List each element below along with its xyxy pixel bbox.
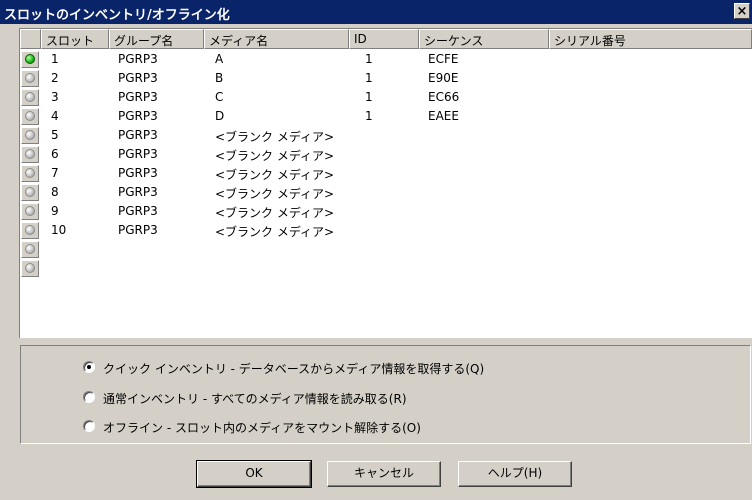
cell-slot: 7 [51, 166, 59, 180]
cell-slot: 4 [51, 109, 59, 123]
cell-group: PGRP3 [118, 109, 158, 123]
table-row[interactable]: 4 PGRP3 D 1 EAEE [20, 107, 752, 126]
radio-label: オフライン - スロット内のメディアをマウント解除する(O) [103, 421, 421, 435]
ok-button[interactable]: OK [196, 460, 312, 488]
slot-status-button[interactable] [21, 165, 39, 182]
slot-status-button[interactable] [21, 127, 39, 144]
slot-status-button[interactable] [21, 70, 39, 87]
cell-id: 1 [365, 109, 373, 123]
radio-circle[interactable] [83, 361, 95, 373]
table-row[interactable]: 8 PGRP3 <ブランク メディア> [20, 183, 752, 202]
cell-group: PGRP3 [118, 128, 158, 142]
slot-status-button[interactable] [21, 108, 39, 125]
table-row[interactable] [20, 259, 752, 278]
offline-led-icon [25, 149, 35, 159]
radio-label: 通常インベントリ - すべてのメディア情報を読み取る(R) [103, 392, 407, 406]
offline-led-icon [25, 168, 35, 178]
cell-media: <ブランク メディア> [215, 168, 335, 182]
title-bar[interactable]: スロットのインベントリ/オフライン化 × [0, 0, 752, 24]
radio-circle[interactable] [83, 420, 95, 432]
table-row[interactable]: 1 PGRP3 A 1 ECFE [20, 50, 752, 69]
offline-led-icon [25, 73, 35, 83]
radio-label: クイック インベントリ - データベースからメディア情報を取得する(Q) [103, 362, 485, 376]
radio-circle[interactable] [83, 391, 95, 403]
cell-seq: EC66 [428, 90, 460, 104]
slot-status-button[interactable] [21, 203, 39, 220]
slot-status-button[interactable] [21, 184, 39, 201]
offline-led-icon [25, 206, 35, 216]
cell-id: 1 [365, 71, 373, 85]
table-row[interactable]: 9 PGRP3 <ブランク メディア> [20, 202, 752, 221]
offline-led-icon [25, 225, 35, 235]
cell-seq: E90E [428, 71, 459, 85]
cell-media: <ブランク メディア> [215, 206, 335, 220]
cell-group: PGRP3 [118, 90, 158, 104]
cell-media: <ブランク メディア> [215, 187, 335, 201]
cell-group: PGRP3 [118, 71, 158, 85]
header-group-name[interactable]: グループ名 [109, 29, 204, 49]
slot-status-button[interactable] [21, 260, 39, 277]
header-status-column[interactable] [20, 29, 41, 49]
cell-media: <ブランク メディア> [215, 149, 335, 163]
close-button[interactable]: × [734, 3, 750, 19]
cell-group: PGRP3 [118, 223, 158, 237]
cell-group: PGRP3 [118, 52, 158, 66]
cell-slot: 3 [51, 90, 59, 104]
list-header: スロット グループ名 メディア名 ID シーケンス シリアル番号 [20, 29, 752, 49]
offline-led-icon [25, 244, 35, 254]
offline-led-icon [25, 187, 35, 197]
offline-led-icon [25, 130, 35, 140]
cell-group: PGRP3 [118, 185, 158, 199]
offline-led-icon [25, 92, 35, 102]
cell-group: PGRP3 [118, 166, 158, 180]
table-row[interactable]: 10 PGRP3 <ブランク メディア> [20, 221, 752, 240]
help-button[interactable]: ヘルプ(H) [458, 461, 572, 487]
cell-seq: EAEE [428, 109, 459, 123]
table-row[interactable] [20, 240, 752, 259]
cell-media: D [215, 109, 225, 123]
window-title: スロットのインベントリ/オフライン化 [4, 8, 230, 23]
online-led-icon [25, 54, 35, 64]
inventory-offline-dialog: スロットのインベントリ/オフライン化 × スロット グループ名 メディア名 ID… [0, 0, 752, 500]
slot-status-button[interactable] [21, 222, 39, 239]
slot-status-button[interactable] [21, 51, 39, 68]
inventory-mode-group: クイック インベントリ - データベースからメディア情報を取得する(Q) 通常イ… [20, 345, 751, 444]
cell-slot: 10 [51, 223, 67, 237]
cell-slot: 1 [51, 52, 59, 66]
cell-slot: 8 [51, 185, 59, 199]
cell-media: C [215, 90, 224, 104]
offline-led-icon [25, 111, 35, 121]
cell-slot: 5 [51, 128, 59, 142]
header-serial-number[interactable]: シリアル番号 [549, 29, 752, 49]
slot-list[interactable]: スロット グループ名 メディア名 ID シーケンス シリアル番号 1 PGRP3 A… [19, 28, 752, 338]
cancel-button[interactable]: キャンセル [327, 461, 441, 487]
offline-led-icon [25, 263, 35, 273]
cell-group: PGRP3 [118, 204, 158, 218]
header-slot[interactable]: スロット [41, 29, 109, 49]
header-sequence[interactable]: シーケンス [419, 29, 549, 49]
table-row[interactable]: 7 PGRP3 <ブランク メディア> [20, 164, 752, 183]
slot-status-button[interactable] [21, 241, 39, 258]
cell-seq: ECFE [428, 52, 459, 66]
list-body: 1 PGRP3 A 1 ECFE 2 PGRP3 B 1 E90E 3 PGRP3 C 1 EC66 4 PGR… [20, 50, 752, 278]
radio-selected-dot [87, 365, 91, 369]
cell-media: <ブランク メディア> [215, 130, 335, 144]
cell-slot: 6 [51, 147, 59, 161]
cell-group: PGRP3 [118, 147, 158, 161]
table-row[interactable]: 2 PGRP3 B 1 E90E [20, 69, 752, 88]
cell-id: 1 [365, 90, 373, 104]
cell-slot: 9 [51, 204, 59, 218]
cell-media: <ブランク メディア> [215, 225, 335, 239]
slot-status-button[interactable] [21, 146, 39, 163]
cell-slot: 2 [51, 71, 59, 85]
table-row[interactable]: 3 PGRP3 C 1 EC66 [20, 88, 752, 107]
cell-id: 1 [365, 52, 373, 66]
slot-status-button[interactable] [21, 89, 39, 106]
cell-media: B [215, 71, 224, 85]
header-media-name[interactable]: メディア名 [204, 29, 349, 49]
table-row[interactable]: 6 PGRP3 <ブランク メディア> [20, 145, 752, 164]
header-id[interactable]: ID [349, 29, 419, 49]
cell-media: A [215, 52, 224, 66]
table-row[interactable]: 5 PGRP3 <ブランク メディア> [20, 126, 752, 145]
